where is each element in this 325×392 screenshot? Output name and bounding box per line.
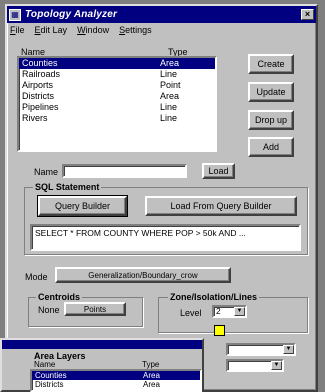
style-select[interactable]: ▼ bbox=[226, 343, 296, 356]
menu-edit[interactable]: Edit Lay bbox=[35, 25, 68, 35]
mode-selector[interactable]: Generalization/Boundary_crow bbox=[55, 267, 231, 283]
list-item[interactable]: Pipelines Line bbox=[19, 102, 215, 113]
centroid-title: Centroids bbox=[36, 292, 83, 302]
sql-textbox[interactable]: SELECT * FROM COUNTY WHERE POP > 50k AND… bbox=[30, 224, 301, 251]
area-type-header[interactable]: Type bbox=[142, 360, 159, 369]
level-select[interactable]: 2 ▼ bbox=[212, 305, 247, 318]
list-item[interactable]: Districts Area bbox=[32, 380, 200, 389]
add-button[interactable]: Add bbox=[248, 137, 294, 157]
layer-list[interactable]: Counties Area Railroads Line Airports Point… bbox=[17, 56, 217, 152]
centroid-points-button[interactable]: Points bbox=[64, 302, 126, 316]
menu-bar: File Edit Lay Window Settings bbox=[7, 23, 316, 37]
menu-file[interactable]: File bbox=[10, 25, 25, 35]
name-load-button[interactable]: Load bbox=[202, 163, 235, 179]
title-bar[interactable]: ▦ Topology Analyzer × bbox=[7, 6, 316, 23]
area-layers-window: Area Layers Name Type Counties Area Distr… bbox=[0, 338, 204, 392]
zone-title: Zone/Isolation/Lines bbox=[168, 292, 260, 302]
list-item[interactable]: Counties Area bbox=[32, 371, 200, 380]
create-button[interactable]: Create bbox=[248, 54, 294, 74]
chevron-down-icon[interactable]: ▼ bbox=[234, 307, 245, 316]
list-item[interactable]: Airports Point bbox=[19, 80, 215, 91]
close-button[interactable]: × bbox=[301, 9, 314, 20]
drop-button[interactable]: Drop up bbox=[248, 110, 294, 130]
centroid-none-label: None bbox=[38, 305, 60, 315]
list-item[interactable]: Railroads Line bbox=[19, 69, 215, 80]
list-item[interactable]: Districts Area bbox=[19, 91, 215, 102]
query-builder-button[interactable]: Query Builder bbox=[37, 195, 128, 217]
load-from-query-button[interactable]: Load From Query Builder bbox=[145, 196, 297, 216]
window-title: Topology Analyzer bbox=[25, 9, 118, 20]
chevron-down-icon[interactable]: ▼ bbox=[271, 361, 282, 370]
menu-settings[interactable]: Settings bbox=[119, 25, 152, 35]
area-name-header[interactable]: Name bbox=[34, 360, 55, 369]
fill-color-swatch[interactable] bbox=[214, 325, 225, 336]
app-icon: ▦ bbox=[9, 8, 21, 21]
area-layers-list[interactable]: Counties Area Districts Area bbox=[30, 369, 202, 392]
level-label: Level bbox=[180, 308, 202, 318]
pattern-select[interactable]: ▼ bbox=[226, 359, 284, 372]
update-button[interactable]: Update bbox=[248, 82, 294, 102]
area-layers-title-bar[interactable] bbox=[2, 340, 202, 349]
menu-window[interactable]: Window bbox=[77, 25, 109, 35]
list-item[interactable]: Rivers Line bbox=[19, 113, 215, 124]
name-input[interactable] bbox=[62, 164, 187, 178]
list-item[interactable]: Counties Area bbox=[19, 58, 215, 69]
name-label: Name bbox=[34, 167, 59, 177]
mode-label: Mode bbox=[25, 272, 48, 282]
sql-group-title: SQL Statement bbox=[33, 182, 102, 192]
chevron-down-icon[interactable]: ▼ bbox=[283, 345, 294, 354]
